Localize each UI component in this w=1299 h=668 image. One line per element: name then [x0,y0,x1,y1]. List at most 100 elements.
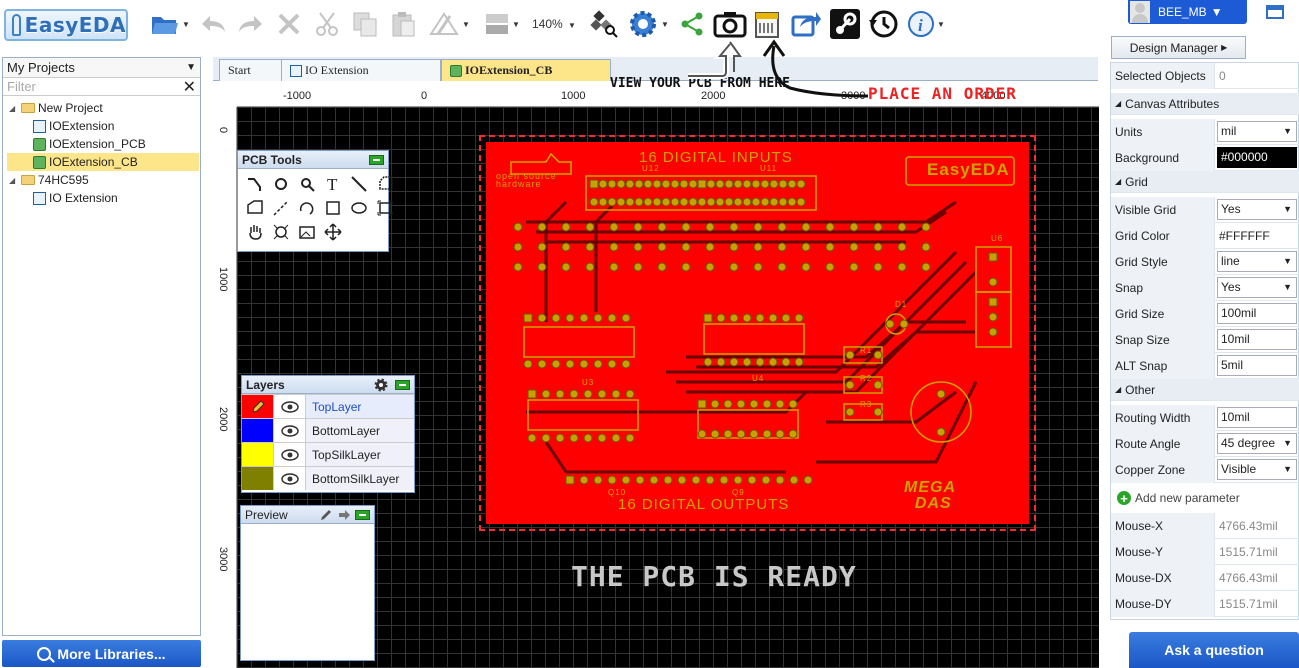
alt-snap-input[interactable]: 5mil [1217,354,1297,376]
route-angle-select[interactable]: 45 degree ▼ [1217,432,1297,454]
user-menu[interactable]: BEE_MB ▼ [1128,0,1247,24]
grid-size-input[interactable]: 100mil [1217,302,1297,324]
delete-button[interactable] [272,8,306,40]
rect-tool-icon[interactable] [322,197,344,219]
layer-row-topsilk[interactable]: TopSilkLayer [242,442,414,466]
undo-button[interactable] [196,8,230,40]
eye-icon[interactable] [274,467,306,490]
tab-io-extension[interactable]: IO Extension [281,59,441,81]
copper-area-tool-icon[interactable] [374,173,396,195]
steam-button[interactable] [828,8,862,40]
background-color-input[interactable]: #000000 [1217,146,1297,168]
grid-style-select[interactable]: line ▼ [1217,250,1297,272]
routing-width-input[interactable]: 10mil [1217,406,1297,428]
visible-grid-select[interactable]: Yes ▼ [1217,198,1297,220]
circle-tool-icon[interactable] [348,197,370,219]
filter-input[interactable]: Filter ✕ [3,78,200,96]
layer-swatch[interactable] [242,419,274,442]
layer-swatch[interactable] [242,443,274,466]
pcb-pad [583,433,593,443]
pcb-tools-panel[interactable]: PCB Tools T [237,150,393,252]
close-icon[interactable]: ✕ [183,77,196,97]
grid-color-input[interactable]: #FFFFFF [1215,223,1299,249]
layer-button[interactable]: ▼ [480,8,524,40]
section-canvas-attributes[interactable]: ◢ Canvas Attributes [1111,93,1299,115]
solid-region-tool-icon[interactable] [244,197,266,219]
track-tool-icon[interactable] [244,173,266,195]
open-button[interactable]: ▼ [148,8,192,40]
section-grid[interactable]: ◢ Grid [1111,171,1299,193]
copy-button[interactable] [348,8,382,40]
pcb-pad [710,399,720,409]
arrow-right-icon[interactable] [337,508,351,522]
project-selector[interactable]: My Projects ▼ [3,58,200,78]
pan-hand-icon[interactable] [244,221,266,243]
redo-button[interactable] [234,8,268,40]
eye-icon[interactable] [274,443,306,466]
pencil-icon[interactable] [319,508,333,522]
hole-tool-icon[interactable] [374,197,396,219]
zoom-level[interactable]: 140% ▼ [532,17,576,31]
pcb-artwork [510,152,1015,485]
pcb-board[interactable]: 16 DIGITAL INPUTS 16 DIGITAL OUTPUTS ope… [479,135,1036,531]
dimension-tool-icon[interactable] [270,197,292,219]
section-other[interactable]: ◢ Other [1111,379,1299,401]
ask-question-button[interactable]: Ask a question [1129,632,1299,668]
info-button[interactable]: i ▼ [904,8,948,40]
snap-select[interactable]: Yes ▼ [1217,276,1297,298]
tab-ioextension-cb[interactable]: IOExtension_CB [441,59,611,81]
layer-row-bottom[interactable]: BottomLayer [242,418,414,442]
tree-item-74hc595[interactable]: ◢ 74HC595 [3,171,202,189]
tree-item-io-extension[interactable]: IO Extension [3,189,202,207]
pad-tool-icon[interactable] [270,173,292,195]
expand-triangle-icon[interactable]: ◢ [9,104,17,113]
expand-triangle-icon[interactable]: ◢ [9,176,17,185]
pcb-pad [921,222,931,232]
history-button[interactable] [866,8,900,40]
line-tool-icon[interactable] [348,173,370,195]
component-search-button[interactable] [588,8,620,40]
tree-item-ioextension-pcb[interactable]: IOExtension_PCB [3,135,202,153]
arc-tool-icon[interactable] [296,197,318,219]
layer-swatch[interactable] [242,395,274,418]
prop-label: Mouse-DY [1111,590,1215,617]
minimize-icon[interactable] [395,379,410,390]
eye-icon[interactable] [274,419,306,442]
layer-swatch[interactable] [242,467,274,490]
snap-size-input[interactable]: 10mil [1217,328,1297,350]
image-tool-icon[interactable] [270,221,292,243]
pcb-pad [697,429,707,439]
tab-start[interactable]: Start [219,59,283,81]
add-parameter-link[interactable]: + Add new parameter [1117,487,1240,509]
tree-item-ioextension-cb[interactable]: IOExtension_CB [7,153,199,171]
settings-button[interactable]: ▼ [624,8,672,40]
minimize-icon[interactable] [369,154,384,165]
copper-zone-select[interactable]: Visible ▼ [1217,458,1297,480]
minimize-icon[interactable] [355,509,370,520]
window-menu-icon[interactable] [1266,4,1284,20]
ref-label: U11 [760,164,778,173]
tree-item-ioextension[interactable]: IOExtension [3,117,202,135]
layers-panel[interactable]: Layers TopLayer BottomLayer TopSilkLayer… [241,375,415,493]
cut-button[interactable] [310,8,344,40]
ruler-tick: 0 [421,90,428,102]
via-tool-icon[interactable] [296,173,318,195]
preview-panel[interactable]: Preview [240,505,375,661]
layer-row-bottomsilk[interactable]: BottomSilkLayer [242,466,414,490]
tree-item-new-project[interactable]: ◢ New Project [3,99,202,117]
move-tool-icon[interactable] [322,221,344,243]
search-icon [37,646,52,661]
eye-icon[interactable] [274,395,306,418]
photo-tool-icon[interactable] [296,221,318,243]
more-libraries-button[interactable]: More Libraries... [2,640,201,667]
export-button[interactable] [788,8,824,40]
fabrication-button[interactable] [752,8,782,40]
layer-row-top[interactable]: TopLayer [242,394,414,418]
easyeda-logo[interactable]: EasyEDA [4,9,128,41]
paste-button[interactable] [386,8,420,40]
text-tool-icon[interactable]: T [322,173,344,195]
units-select[interactable]: mil ▼ [1217,120,1297,142]
design-manager-button[interactable]: Design Manager ▶ [1111,36,1246,59]
align-button[interactable]: ▼ [424,8,474,40]
gear-icon[interactable] [373,377,389,393]
